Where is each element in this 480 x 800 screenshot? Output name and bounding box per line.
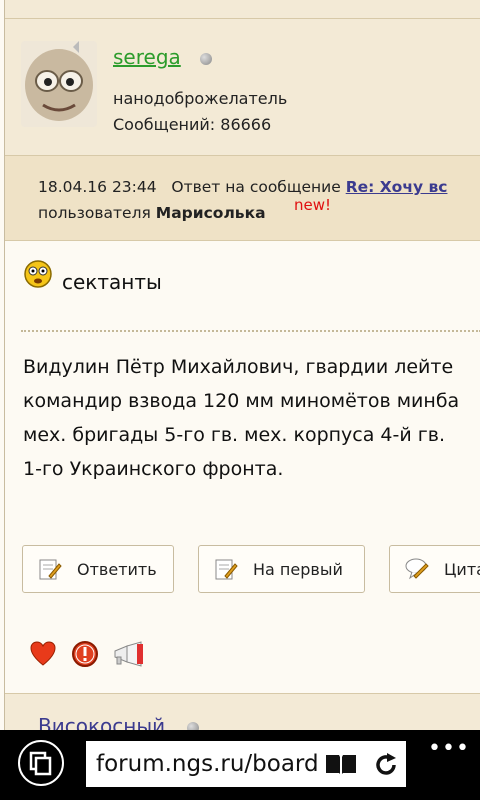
quote-button[interactable]: Цита [389, 545, 480, 593]
smiley-icon [23, 260, 53, 288]
post-datetime: 18.04.16 23:44 [38, 178, 157, 196]
address-bar[interactable]: forum.ngs.ru/board [86, 741, 406, 787]
more-menu-icon[interactable]: ••• [428, 736, 470, 761]
to-first-button[interactable]: На первый [198, 545, 365, 593]
post-subject: сектанты [62, 270, 162, 294]
quote-label: Цита [444, 559, 480, 579]
body-line: 1-го Украинского фронта. [23, 458, 284, 480]
next-post-username[interactable]: Високосный [38, 714, 165, 730]
reading-view-icon[interactable] [324, 752, 358, 776]
body-line: мех. бригады 5-го гв. мех. корпуса 4-й г… [23, 424, 445, 446]
edit-note-icon [215, 559, 238, 580]
meta-line-1: 18.04.16 23:44 Ответ на сообщение Re: Хо… [38, 178, 447, 196]
next-post-header: Високосный [5, 693, 480, 730]
new-badge: new! [294, 196, 332, 214]
heart-icon[interactable] [29, 640, 57, 668]
user-prefix: пользователя [38, 204, 151, 222]
meta-line-2: пользователя Марисолька [38, 204, 266, 222]
edit-note-icon [39, 559, 62, 580]
refresh-icon[interactable] [372, 751, 400, 779]
post-frame: serega нанодоброжелатель Сообщений: 8666… [4, 0, 480, 730]
reply-button[interactable]: Ответить [22, 545, 174, 593]
avatar[interactable] [21, 41, 97, 127]
body-line: Видулин Пётр Михайлович, гвардии лейте [23, 356, 454, 378]
tabs-button[interactable] [18, 740, 64, 786]
subject-divider [21, 330, 480, 332]
reply-label: Ответить [77, 559, 157, 579]
to-first-label: На первый [253, 559, 343, 579]
quote-icon [405, 558, 429, 580]
offline-status-icon [200, 53, 212, 65]
post-meta: 18.04.16 23:44 Ответ на сообщение Re: Хо… [5, 156, 480, 241]
reply-prefix: Ответ на сообщение [171, 178, 341, 196]
url-text: forum.ngs.ru/board [96, 751, 319, 777]
tabs-icon [29, 751, 52, 776]
reply-to-user: Марисолька [155, 204, 266, 222]
warning-icon[interactable] [71, 640, 99, 668]
username-link[interactable]: serega [113, 45, 181, 69]
user-title: нанодоброжелатель [113, 89, 288, 108]
megaphone-icon[interactable] [111, 640, 145, 668]
body-line: командир взвода 120 мм миномётов минба [23, 390, 460, 412]
offline-status-icon [187, 722, 199, 730]
user-post-count: Сообщений: 86666 [113, 115, 272, 134]
top-separator [5, 0, 480, 19]
author-block: serega нанодоброжелатель Сообщений: 8666… [5, 19, 480, 156]
post-body: Видулин Пётр Михайлович, гвардии лейте к… [23, 350, 480, 486]
reply-to-link[interactable]: Re: Хочу вс [346, 178, 448, 196]
